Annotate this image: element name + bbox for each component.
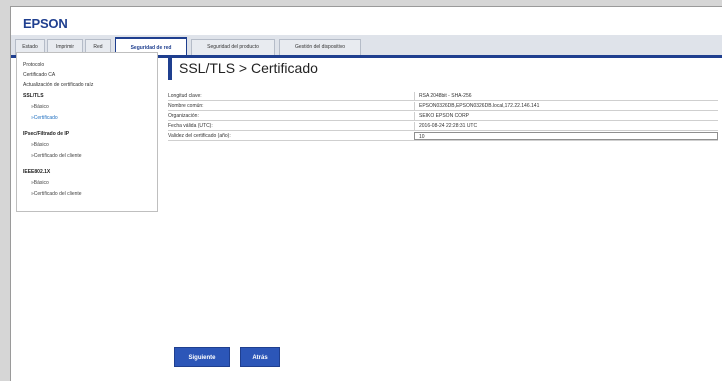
title-accent-bar bbox=[168, 58, 172, 80]
sidebar-item-ieee-basico[interactable]: »Básico bbox=[31, 180, 49, 186]
tab-seguridad-del-producto[interactable]: Seguridad del producto bbox=[191, 39, 275, 55]
field-label-nombre-comun: Nombre común: bbox=[168, 103, 204, 109]
field-value-organizacion: SEIKO EPSON CORP bbox=[414, 112, 718, 120]
field-row-organizacion: Organización: SEIKO EPSON CORP bbox=[168, 112, 718, 121]
field-value-longitud-clave: RSA 2048bit - SHA-256 bbox=[414, 92, 718, 100]
sidebar-item-ieee-certificado-cliente[interactable]: »Certificado del cliente bbox=[31, 191, 82, 197]
sidebar-item-ipsec-certificado-cliente[interactable]: »Certificado del cliente bbox=[31, 153, 82, 159]
field-label-organizacion: Organización: bbox=[168, 113, 199, 119]
field-label-longitud-clave: Longitud clave: bbox=[168, 93, 202, 99]
sidebar-item-certificado-ca[interactable]: Certificado CA bbox=[23, 72, 55, 78]
sidebar-item-ipsec-filtrado-ip[interactable]: IPsec/Filtrado de IP bbox=[23, 131, 69, 137]
page-title: SSL/TLS > Certificado bbox=[179, 60, 318, 76]
field-label-fecha-valida: Fecha válida (UTC): bbox=[168, 123, 213, 129]
field-value-nombre-comun: EPSON0326DB,EPSON0326DB.local,172.22.146… bbox=[414, 102, 718, 110]
sidebar-item-ssl-basico[interactable]: »Básico bbox=[31, 104, 49, 110]
field-label-validez-certificado: Validez del certificado (año): bbox=[168, 133, 231, 139]
field-row-fecha-valida: Fecha válida (UTC): 2016-08-24 22:28:31 … bbox=[168, 122, 718, 131]
field-row-nombre-comun: Nombre común: EPSON0326DB,EPSON0326DB.lo… bbox=[168, 102, 718, 111]
next-button[interactable]: Siguiente bbox=[174, 347, 230, 367]
sidebar-item-ssl-tls[interactable]: SSL/TLS bbox=[23, 93, 44, 99]
field-value-fecha-valida: 2016-08-24 22:28:31 UTC bbox=[414, 122, 718, 130]
sidebar-item-ssl-certificado[interactable]: »Certificado bbox=[31, 115, 58, 121]
validez-certificado-input[interactable]: 10 bbox=[414, 132, 718, 140]
back-button[interactable]: Atrás bbox=[240, 347, 280, 367]
epson-logo: EPSON bbox=[23, 16, 68, 31]
sidebar-item-ipsec-basico[interactable]: »Básico bbox=[31, 142, 49, 148]
sidebar-item-actualizacion-certificado-raiz[interactable]: Actualización de certificado raíz bbox=[23, 82, 93, 88]
tab-gestion-del-dispositivo[interactable]: Gestión del dispositivo bbox=[279, 39, 361, 55]
field-row-longitud-clave: Longitud clave: RSA 2048bit - SHA-256 bbox=[168, 92, 718, 101]
field-row-validez-certificado: Validez del certificado (año): 10 bbox=[168, 132, 718, 141]
sidebar-item-ieee8021x[interactable]: IEEE802.1X bbox=[23, 169, 50, 175]
sidebar: Protocolo Certificado CA Actualización d… bbox=[16, 52, 158, 212]
sidebar-item-protocolo[interactable]: Protocolo bbox=[23, 62, 44, 68]
